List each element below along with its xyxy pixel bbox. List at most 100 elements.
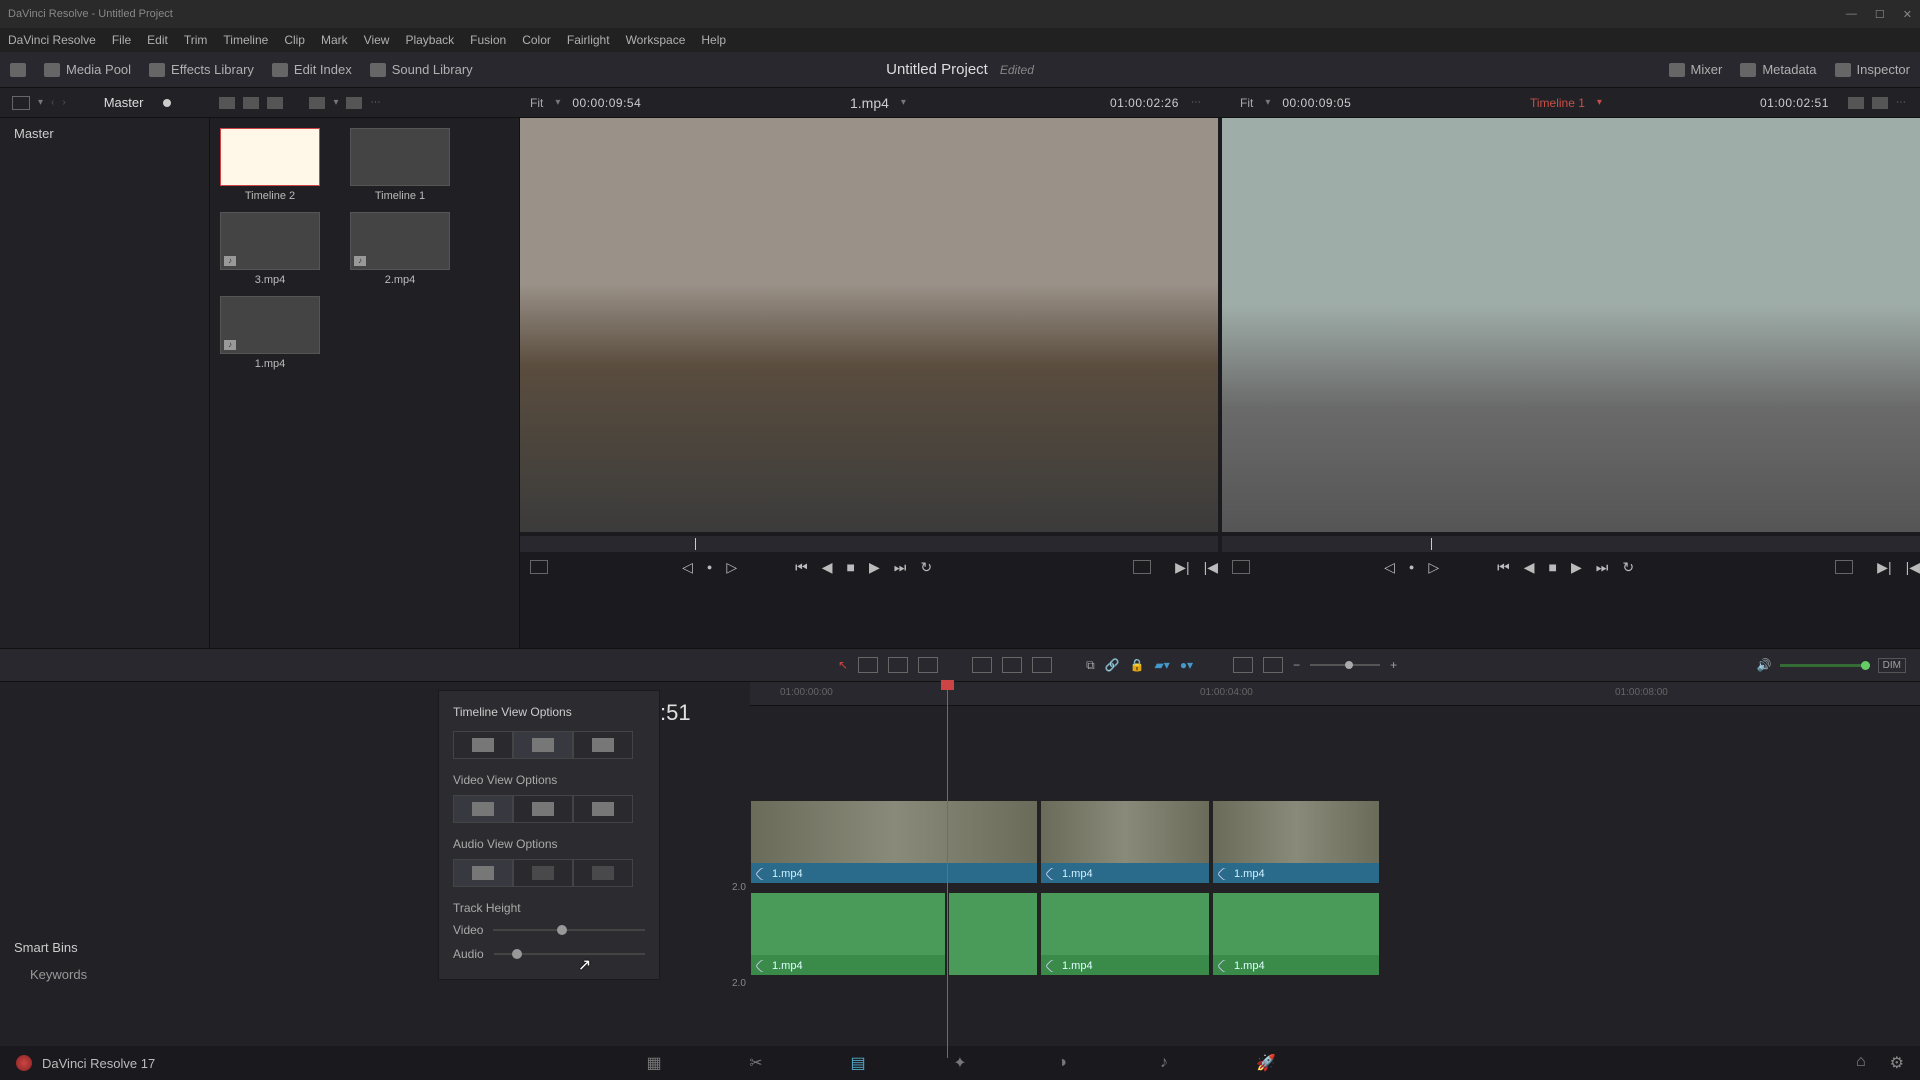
chevron-down-icon[interactable]: ▾ [555, 97, 560, 108]
link-icon[interactable]: 🔗 [1105, 658, 1120, 672]
view-thumb-icon[interactable] [219, 97, 235, 109]
more-icon[interactable]: ⋯ [1191, 97, 1201, 108]
menu-fusion[interactable]: Fusion [470, 33, 506, 47]
timeline-name[interactable]: Timeline 1 [1530, 96, 1585, 110]
zoom-detail-icon[interactable] [1263, 657, 1283, 673]
deliver-page-button[interactable]: 🚀 [1255, 1054, 1277, 1072]
flag-icon[interactable]: ▰▾ [1155, 658, 1170, 672]
media-thumb[interactable]: Timeline 2 [220, 128, 320, 202]
video-track-1[interactable]: 1.mp41.mp41.mp4 [750, 800, 1920, 886]
audio-height-slider[interactable] [494, 953, 645, 955]
video-clip[interactable]: 1.mp4 [1212, 800, 1380, 884]
overwrite-clip-icon[interactable] [1002, 657, 1022, 673]
color-page-button[interactable]: ◑ [1051, 1054, 1073, 1072]
source-viewer-image[interactable] [520, 118, 1218, 532]
stop-button[interactable]: ■ [1549, 559, 1557, 575]
blade-tool-icon[interactable] [918, 657, 938, 673]
menu-fairlight[interactable]: Fairlight [567, 33, 610, 47]
trim-tool-icon[interactable] [858, 657, 878, 673]
video-view-thumbnail-button[interactable] [513, 795, 573, 823]
media-thumb[interactable]: ♪3.mp4 [220, 212, 320, 286]
rec-timecode[interactable]: 00:00:09:05 [1282, 96, 1351, 110]
stop-button[interactable]: ■ [847, 559, 855, 575]
zoom-out-button[interactable]: − [1293, 658, 1300, 672]
loop-button[interactable]: ↻ [1622, 559, 1634, 576]
zoom-full-icon[interactable] [1233, 657, 1253, 673]
replace-clip-icon[interactable] [1032, 657, 1052, 673]
more-icon[interactable]: ⋯ [370, 97, 380, 109]
first-frame-button[interactable]: ⏮ [795, 559, 808, 576]
cut-page-button[interactable]: ✂ [745, 1054, 767, 1072]
go-out-icon[interactable]: |◀ [1906, 559, 1920, 576]
src-zoom[interactable]: Fit [530, 96, 543, 110]
menu-playback[interactable]: Playback [405, 33, 454, 47]
layout-icon[interactable] [10, 63, 26, 77]
first-frame-button[interactable]: ⏮ [1497, 559, 1510, 576]
audio-view-waveform-button[interactable] [453, 859, 513, 887]
view-grid-icon[interactable] [243, 97, 259, 109]
chevron-down-icon[interactable]: ▾ [1265, 97, 1270, 108]
media-thumb[interactable]: ♪1.mp4 [220, 296, 320, 370]
volume-slider[interactable] [1780, 664, 1870, 667]
sound-library-button[interactable]: Sound Library [370, 62, 473, 77]
nav-back-icon[interactable]: ‹ [51, 97, 54, 108]
snap-icon[interactable]: ⧉ [1086, 658, 1095, 673]
fairlight-page-button[interactable]: ♪ [1153, 1054, 1175, 1072]
jog-left-icon[interactable]: ◁ [682, 559, 693, 576]
in-out-icon[interactable] [530, 560, 548, 574]
smart-bin-keywords[interactable]: Keywords [30, 967, 196, 982]
maximize-button[interactable]: ☐ [1875, 8, 1885, 21]
menu-timeline[interactable]: Timeline [223, 33, 268, 47]
pool-layout-icon[interactable] [12, 96, 30, 110]
selection-tool-icon[interactable]: ↖ [838, 658, 848, 672]
loop-button[interactable]: ↻ [920, 559, 932, 576]
menu-trim[interactable]: Trim [184, 33, 208, 47]
tvo-subtitle-button[interactable] [513, 731, 573, 759]
edit-page-button[interactable]: ▤ [847, 1054, 869, 1072]
audio-clip[interactable] [948, 892, 1038, 976]
nav-fwd-icon[interactable]: › [62, 97, 65, 108]
audio-view-none-button[interactable] [573, 859, 633, 887]
project-settings-button[interactable]: ⚙ [1890, 1053, 1904, 1073]
marker-icon[interactable]: ●▾ [1180, 658, 1193, 672]
menu-help[interactable]: Help [701, 33, 726, 47]
chevron-down-icon[interactable]: ▾ [1597, 97, 1602, 108]
menu-view[interactable]: View [364, 33, 390, 47]
media-thumb[interactable]: ♪2.mp4 [350, 212, 450, 286]
single-viewer-icon[interactable] [1872, 97, 1888, 109]
bin-path[interactable]: Master [104, 95, 144, 110]
insert-clip-icon[interactable] [972, 657, 992, 673]
go-in-icon[interactable]: ▶| [1175, 559, 1189, 576]
video-clip[interactable]: 1.mp4 [750, 800, 1038, 884]
media-thumb[interactable]: Timeline 1 [350, 128, 450, 202]
home-button[interactable]: ⌂ [1856, 1053, 1866, 1073]
source-scrubber[interactable] [520, 536, 1218, 552]
go-in-icon[interactable]: ▶| [1877, 559, 1891, 576]
audio-clip[interactable]: 1.mp4 [1040, 892, 1210, 976]
tvo-stacked-button[interactable] [453, 731, 513, 759]
src-clip-name[interactable]: 1.mp4 [850, 95, 889, 111]
media-page-button[interactable]: ▦ [643, 1054, 665, 1072]
smart-bins-title[interactable]: Smart Bins [14, 940, 196, 955]
go-out-icon[interactable]: |◀ [1204, 559, 1218, 576]
chevron-down-icon[interactable]: ▾ [38, 97, 43, 108]
menu-clip[interactable]: Clip [284, 33, 305, 47]
playhead[interactable] [947, 682, 948, 1058]
play-button[interactable]: ▶ [869, 559, 880, 576]
menu-file[interactable]: File [112, 33, 131, 47]
minimize-button[interactable]: — [1846, 8, 1857, 21]
match-frame-icon[interactable] [1133, 560, 1151, 574]
menu-mark[interactable]: Mark [321, 33, 348, 47]
menu-workspace[interactable]: Workspace [626, 33, 686, 47]
fusion-page-button[interactable]: ✦ [949, 1054, 971, 1072]
speaker-icon[interactable]: 🔊 [1757, 658, 1772, 672]
video-view-filmstrip-button[interactable] [453, 795, 513, 823]
last-frame-button[interactable]: ⏭ [894, 559, 907, 576]
tvo-audio-button[interactable] [573, 731, 633, 759]
bin-root[interactable]: Master [0, 118, 209, 149]
bypass-icon[interactable] [1848, 97, 1864, 109]
more-icon[interactable]: ⋯ [1896, 97, 1906, 109]
edit-index-button[interactable]: Edit Index [272, 62, 352, 77]
jog-right-icon[interactable]: ▷ [1428, 559, 1439, 576]
timeline-tracks[interactable]: 01:00:00:0001:00:04:0001:00:08:0001:00:1… [750, 682, 1920, 1058]
